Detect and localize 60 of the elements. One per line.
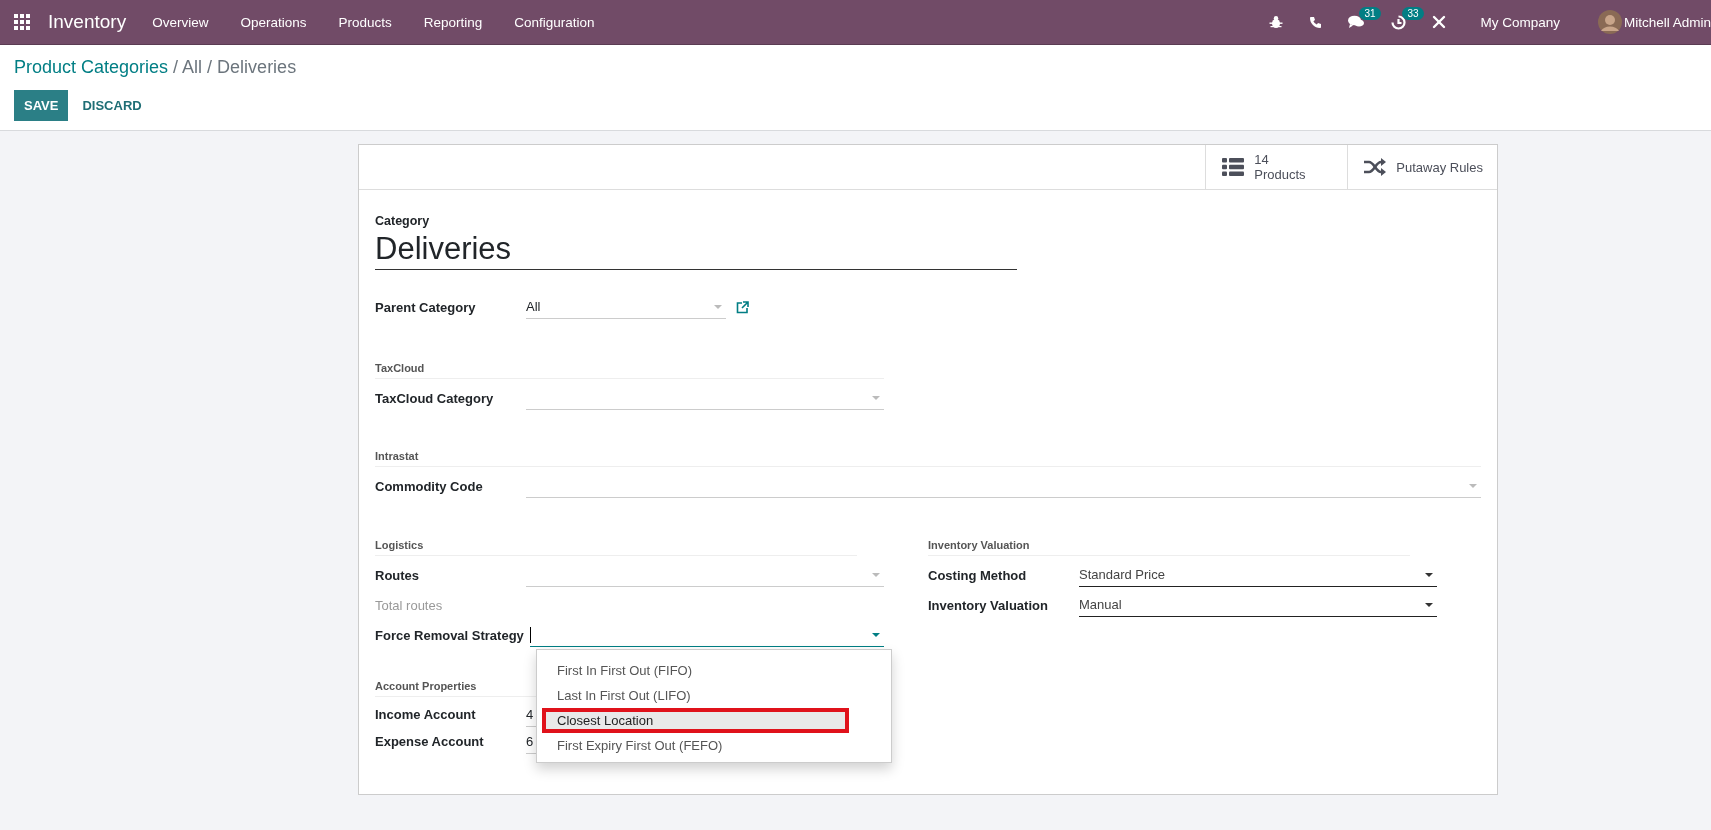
- stat-label: Putaway Rules: [1396, 159, 1483, 175]
- chat-bubbles-icon[interactable]: [1348, 15, 1366, 29]
- section-title: Logistics: [375, 539, 857, 556]
- field-label: Parent Category: [375, 299, 477, 315]
- clock-icon[interactable]: [1391, 14, 1407, 30]
- nav-menu-item[interactable]: Reporting: [423, 14, 483, 30]
- field-label: Commodity Code: [375, 478, 484, 494]
- caret-icon: [714, 304, 722, 309]
- category-name-field[interactable]: Deliveries: [375, 228, 1017, 270]
- nav-menu-item[interactable]: Operations: [240, 14, 307, 30]
- app-name[interactable]: Inventory: [48, 11, 127, 33]
- select-field[interactable]: Standard Price: [1079, 563, 1437, 587]
- message-count-badge: 31: [1359, 7, 1381, 20]
- field-label: Costing Method: [928, 567, 1028, 583]
- dropdown-option[interactable]: First In First Out (FIFO): [537, 658, 891, 683]
- nav-menu-item[interactable]: Overview: [152, 14, 209, 30]
- breadcrumb-link[interactable]: Product Categories: [14, 57, 169, 78]
- stat-label: Products: [1254, 167, 1306, 182]
- discard-button[interactable]: DISCARD: [70, 90, 154, 121]
- caret-icon: [872, 395, 880, 400]
- field-label: Income Account: [375, 707, 477, 722]
- field-label: Category: [375, 214, 431, 228]
- activity-count-badge: 33: [1402, 6, 1424, 20]
- dropdown-option[interactable]: First Expiry First Out (FEFO): [537, 733, 891, 758]
- field-label: Inventory Valuation: [928, 597, 1049, 613]
- section-title: Intrastat: [375, 450, 1481, 467]
- company-switcher[interactable]: My Company: [1480, 14, 1560, 30]
- caret-icon: [872, 572, 880, 577]
- list-icon: [1222, 158, 1245, 176]
- field-label: Expense Account: [375, 734, 485, 749]
- caret-icon: [872, 632, 880, 637]
- nav-menu-item[interactable]: Configuration: [514, 14, 595, 30]
- avatar-icon[interactable]: [1597, 10, 1622, 34]
- parent-category-field[interactable]: All: [526, 295, 726, 319]
- caret-icon: [1425, 602, 1433, 607]
- field-label: TaxCloud Category: [375, 390, 495, 406]
- account-value[interactable]: 4: [526, 706, 534, 722]
- phone-icon[interactable]: [1309, 15, 1323, 29]
- dropdown-option[interactable]: Closest Location: [542, 708, 849, 733]
- dropdown-option[interactable]: Last In First Out (LIFO): [537, 683, 891, 708]
- account-value[interactable]: 6: [526, 733, 534, 749]
- field-label: Total routes: [375, 597, 444, 613]
- user-menu[interactable]: Mitchell Admin: [1623, 14, 1711, 30]
- section-title: Inventory Valuation: [928, 539, 1410, 556]
- apps-menu-icon[interactable]: [14, 14, 30, 30]
- caret-icon: [1469, 483, 1477, 488]
- section-title: TaxCloud: [375, 362, 884, 379]
- breadcrumb-path: / All / Deliveries: [173, 57, 297, 78]
- save-button[interactable]: SAVE: [14, 90, 69, 121]
- field-label: Routes: [375, 567, 421, 583]
- caret-icon: [1425, 572, 1433, 577]
- select-field[interactable]: Manual: [1079, 593, 1437, 617]
- field-label: Force Removal Strategy: [375, 627, 525, 643]
- smart-button[interactable]: 14 Products: [1205, 145, 1348, 189]
- shuffle-icon: [1364, 158, 1387, 176]
- nav-menu-item[interactable]: Products: [338, 14, 392, 30]
- stat-value: 14: [1254, 152, 1270, 167]
- smart-button[interactable]: Putaway Rules: [1347, 145, 1497, 189]
- bug-icon[interactable]: [1269, 15, 1284, 29]
- external-link-icon[interactable]: [736, 300, 749, 314]
